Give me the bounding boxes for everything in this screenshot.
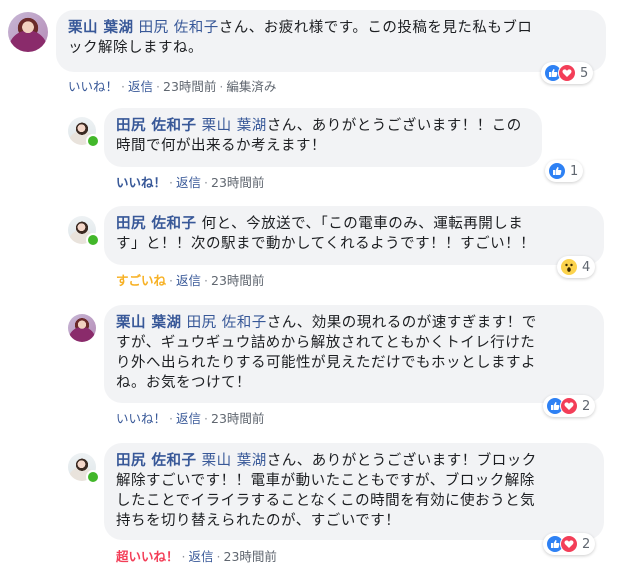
reply-button[interactable]: 返信 <box>176 175 201 190</box>
author-name[interactable]: 田尻 佐和子 <box>116 216 197 232</box>
reaction-summary[interactable]: 5 <box>541 62 594 84</box>
timestamp[interactable]: 23時間前 <box>224 549 277 564</box>
comment-bubble: 田尻 佐和子 栗山 葉湖さん、ありがとうございます！ブロック 解除すごいです！！… <box>104 443 604 540</box>
comment-text: ック解除しますね。 <box>68 40 203 56</box>
mention-link[interactable]: 栗山 葉湖 <box>202 118 267 134</box>
like-button[interactable]: いいね！ <box>116 175 166 190</box>
avatar[interactable] <box>68 314 96 342</box>
author-name[interactable]: 田尻 佐和子 <box>116 453 197 469</box>
comment-text: さん、効果の現れるのが速すぎます！で <box>266 315 537 331</box>
wow-face-icon <box>560 258 578 276</box>
reply-button[interactable]: 返信 <box>176 273 201 288</box>
meta-separator: · <box>121 79 125 94</box>
comment-bubble: 栗山 葉湖 田尻 佐和子さん、お疲れ様です。この投稿を見た私もブロ ック解除しま… <box>56 10 606 72</box>
reaction-count: 5 <box>580 65 589 81</box>
author-name[interactable]: 栗山 葉湖 <box>116 315 182 331</box>
comment-text: すが、ギュウギュウ詰めから解放されてともかくトイレ行けた <box>116 335 536 351</box>
meta-separator: · <box>181 549 186 564</box>
heart-icon <box>560 535 578 553</box>
comment-meta: いいね！ · 返信 · 23時間前 <box>116 172 264 191</box>
comment-bubble: 田尻 佐和子 栗山 葉湖さん、ありがとうございます！！この 時間で何が出来るか考… <box>104 108 542 167</box>
meta-separator: · <box>216 549 221 564</box>
reaction-count: 1 <box>570 163 579 179</box>
reply-button[interactable]: 返信 <box>128 79 153 94</box>
comment-text: したことでイライラすることなくこの時間を有効に使おうと気 <box>116 493 536 509</box>
comment-bubble: 栗山 葉湖 田尻 佐和子さん、効果の現れるのが速すぎます！で すが、ギュウギュウ… <box>104 305 604 403</box>
timestamp[interactable]: 23時間前 <box>211 273 264 288</box>
comment-meta: いいね！ · 返信 · 23時間前 · 編集済み <box>68 76 276 95</box>
online-status-dot <box>86 470 100 484</box>
like-button[interactable]: いいね！ <box>116 411 166 426</box>
timestamp[interactable]: 23時間前 <box>163 79 216 94</box>
reaction-count: 2 <box>582 536 591 552</box>
heart-icon <box>560 397 578 415</box>
edited-label[interactable]: 編集済み <box>226 79 276 94</box>
reaction-summary[interactable]: 4 <box>557 256 596 278</box>
comment-text: ね。お気をつけて！ <box>116 375 251 391</box>
meta-separator: · <box>204 273 208 288</box>
comment-text: 時間で何が出来るか考えます！ <box>116 138 326 154</box>
reaction-count: 2 <box>582 398 591 414</box>
comment-meta: いいね！ · 返信 · 23時間前 <box>116 408 264 427</box>
like-button[interactable]: いいね！ <box>68 79 118 94</box>
online-status-dot <box>86 134 100 148</box>
avatar[interactable] <box>8 12 48 52</box>
timestamp[interactable]: 23時間前 <box>211 411 264 426</box>
comment-text: さん、ありがとうございます！ブロック <box>266 453 537 469</box>
comment-text: 解除すごいです！！電車が動いたこともですが、ブロック解除 <box>116 473 535 489</box>
meta-separator: · <box>169 273 173 288</box>
reaction-summary[interactable]: 2 <box>543 395 596 417</box>
online-status-dot <box>86 233 100 247</box>
comment-text: り外へ出られたりする可能性が見えただけでもホッとしますよ <box>116 355 536 371</box>
comment-bubble: 田尻 佐和子 何と、今放送で、「この電車のみ、運転再開しま す」と！！次の駅まで… <box>104 206 604 265</box>
thumbs-up-icon <box>548 162 566 180</box>
comment-meta: すごいね · 返信 · 23時間前 <box>116 270 264 289</box>
mention-link[interactable]: 田尻 佐和子 <box>139 20 219 36</box>
reaction-summary[interactable]: 2 <box>543 533 596 555</box>
love-reaction-button[interactable]: 超いいね！ <box>116 549 179 564</box>
comment-text: 持ちを切り替えられたのが、すごいです！ <box>116 513 401 529</box>
meta-separator: · <box>169 411 173 426</box>
comment-text: さん、ありがとうございます！！この <box>266 118 522 134</box>
meta-separator: · <box>204 411 208 426</box>
reaction-count: 4 <box>582 259 591 275</box>
comment-meta: 超いいね！ · 返信 · 23時間前 <box>116 546 277 565</box>
meta-separator: · <box>219 79 224 94</box>
reply-button[interactable]: 返信 <box>176 411 201 426</box>
timestamp[interactable]: 23時間前 <box>211 175 264 190</box>
meta-separator: · <box>156 79 160 94</box>
author-name[interactable]: 栗山 葉湖 <box>68 20 134 36</box>
mention-link[interactable]: 田尻 佐和子 <box>187 315 267 331</box>
heart-icon <box>558 64 576 82</box>
author-name[interactable]: 田尻 佐和子 <box>116 118 197 134</box>
meta-separator: · <box>169 175 173 190</box>
reply-button[interactable]: 返信 <box>189 549 214 564</box>
comment-text: 何と、今放送で、「この電車のみ、運転再開しま <box>201 216 524 232</box>
reaction-summary[interactable]: 1 <box>545 160 584 182</box>
wow-reaction-button[interactable]: すごいね <box>116 273 166 288</box>
mention-link[interactable]: 栗山 葉湖 <box>202 453 267 469</box>
meta-separator: · <box>204 175 208 190</box>
comment-text: す」と！！次の駅まで動かしてくれるようです！！すごい！！ <box>116 236 536 252</box>
comment-text: さん、お疲れ様です。この投稿を見た私もブロ <box>218 20 533 36</box>
